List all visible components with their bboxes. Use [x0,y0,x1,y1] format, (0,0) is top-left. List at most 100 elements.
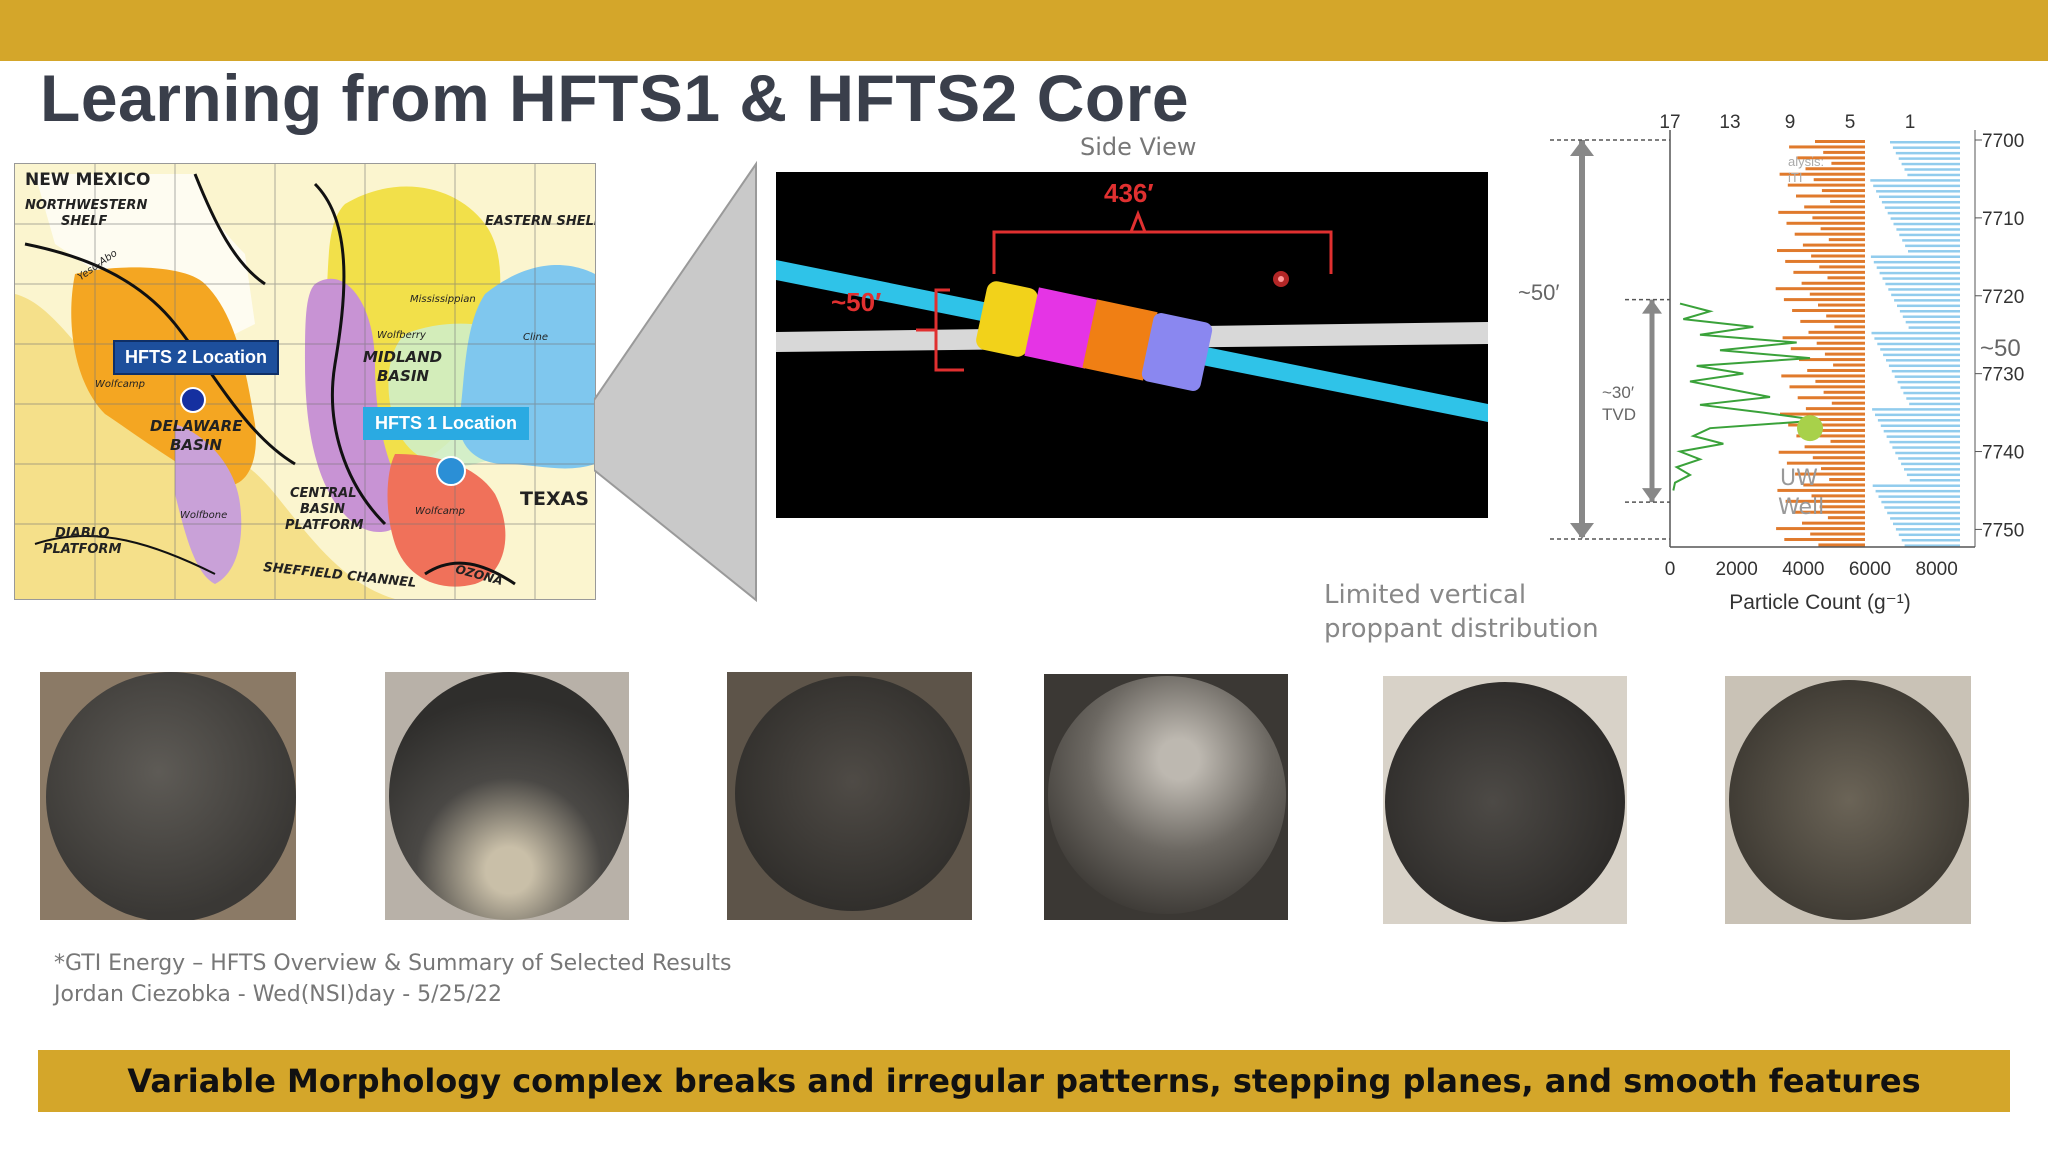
orange-bar [1778,450,1865,454]
core-photo-3 [727,672,972,920]
map-label-texas: TEXAS [520,488,589,510]
top-tick-label: 5 [1845,112,1856,133]
orange-bar [1830,199,1865,203]
tvd30-label-2: TVD [1602,405,1636,424]
blue-bar [1888,364,1960,368]
blue-bar [1877,342,1960,346]
core-photo-6 [1725,676,1971,924]
blue-bar [1899,310,1960,313]
blue-bar [1903,391,1960,395]
blue-bar [1883,429,1960,433]
blue-bar [1896,228,1960,231]
core-photo-5 [1383,676,1627,924]
reference-line-1: *GTI Energy – HFTS Overview & Summary of… [54,951,732,976]
orange-bar [1830,439,1865,443]
blue-bar [1893,222,1960,226]
blue-bar [1881,200,1960,204]
blue-bar [1879,195,1960,199]
side-view-label: Side View [1080,133,1197,161]
orange-bar [1831,401,1865,405]
map-label-delaware-2: BASIN [170,436,222,454]
map-label-wolfbone: Wolfbone [180,510,228,521]
orange-bar [1789,145,1865,149]
map-label-delaware-1: DELAWARE [150,417,243,435]
map-label-wolfberry: Wolfberry [377,330,426,341]
orange-bar [1818,543,1865,547]
total-height-arrow-head-bottom [1570,523,1594,539]
map-label-nw-shelf-2: SHELF [61,214,108,229]
orange-bar [1797,396,1865,400]
orange-bar [1819,505,1865,509]
core-photo-1 [40,672,296,920]
x-tick-label: 6000 [1849,559,1891,580]
hfts1-location-marker [436,456,466,486]
blue-bar [1882,277,1960,280]
orange-bar [1815,379,1865,383]
fracture-stage-cylinder [976,281,1213,391]
map-label-central-2: BASIN [300,502,346,517]
orange-bar [1808,330,1865,334]
y-tick-label: 7730 [1982,365,2024,386]
y-tick-label: 7710 [1982,209,2024,230]
orange-bar [1789,385,1865,389]
orange-bar [1804,445,1865,449]
orange-bar [1784,537,1865,541]
orange-bar [1814,418,1865,422]
blue-bar [1887,511,1960,515]
permian-basin-map: NEW MEXICO NORTHWESTERN SHELF Yeso-Abo E… [14,163,596,600]
blue-bar [1881,500,1960,504]
top-accent-bar [0,0,2048,61]
y-tick-label: 7720 [1982,287,2024,308]
orange-bar [1824,352,1865,356]
orange-bar [1815,140,1865,143]
orange-bar [1831,161,1865,165]
reference-text: *GTI Energy – HFTS Overview & Summary of… [54,948,731,1010]
orange-bar [1786,221,1865,225]
blue-bar [1876,266,1960,269]
side-view-height-label: ~50′ [831,287,882,317]
orange-bar [1826,314,1865,318]
orange-bar [1813,178,1865,182]
orange-bar [1805,407,1865,411]
blue-bar [1877,419,1960,422]
orange-bar [1804,205,1865,209]
tvd30-label-1: ~30′ [1602,383,1634,402]
orange-bar [1827,276,1865,280]
blue-bar [1898,533,1960,537]
uw-well-marker [1797,415,1823,442]
orange-bar [1783,298,1865,302]
tvd30-arrow-head-top [1642,299,1662,314]
blue-bar [1873,184,1960,188]
x-tick-label: 4000 [1782,559,1824,580]
blue-bar [1875,413,1960,417]
orange-bar [1811,254,1865,258]
right-50-label: ~50 [1980,335,2021,362]
blue-bar [1892,446,1960,449]
y-tick-label: 7750 [1982,520,2024,541]
blue-bar [1889,440,1960,444]
chart-svg: 0 2000 4000 6000 8000 17 13 9 5 1 7700 7710 7720 7730… [1518,112,2024,614]
orange-bar [1801,281,1865,285]
orange-bar [1821,189,1865,193]
blue-bar [1898,157,1960,160]
orange-bar [1802,243,1865,247]
blue-bar [1905,244,1960,248]
analysis-label-1: alysis: [1788,154,1824,169]
orange-bar [1818,303,1865,307]
tvd30-arrow-head-bottom [1642,488,1662,503]
orange-bar [1829,478,1865,482]
blue-bar [1878,495,1960,498]
orange-bar [1781,374,1865,378]
map-label-new-mexico: NEW MEXICO [25,170,151,190]
blue-bar [1901,462,1960,466]
orange-bar [1792,309,1865,313]
orange-bar [1802,521,1865,525]
core-photo-2 [385,672,629,920]
blue-bar [1900,386,1960,389]
orange-bar [1816,341,1865,345]
map-label-wolfcamp-right: Wolfcamp [415,506,466,517]
map-label-mississippian: Mississippian [410,294,476,305]
total-height-arrow-head-top [1570,140,1594,156]
orange-bar [1810,532,1865,536]
hfts2-location-badge: HFTS 2 Location [113,340,280,375]
